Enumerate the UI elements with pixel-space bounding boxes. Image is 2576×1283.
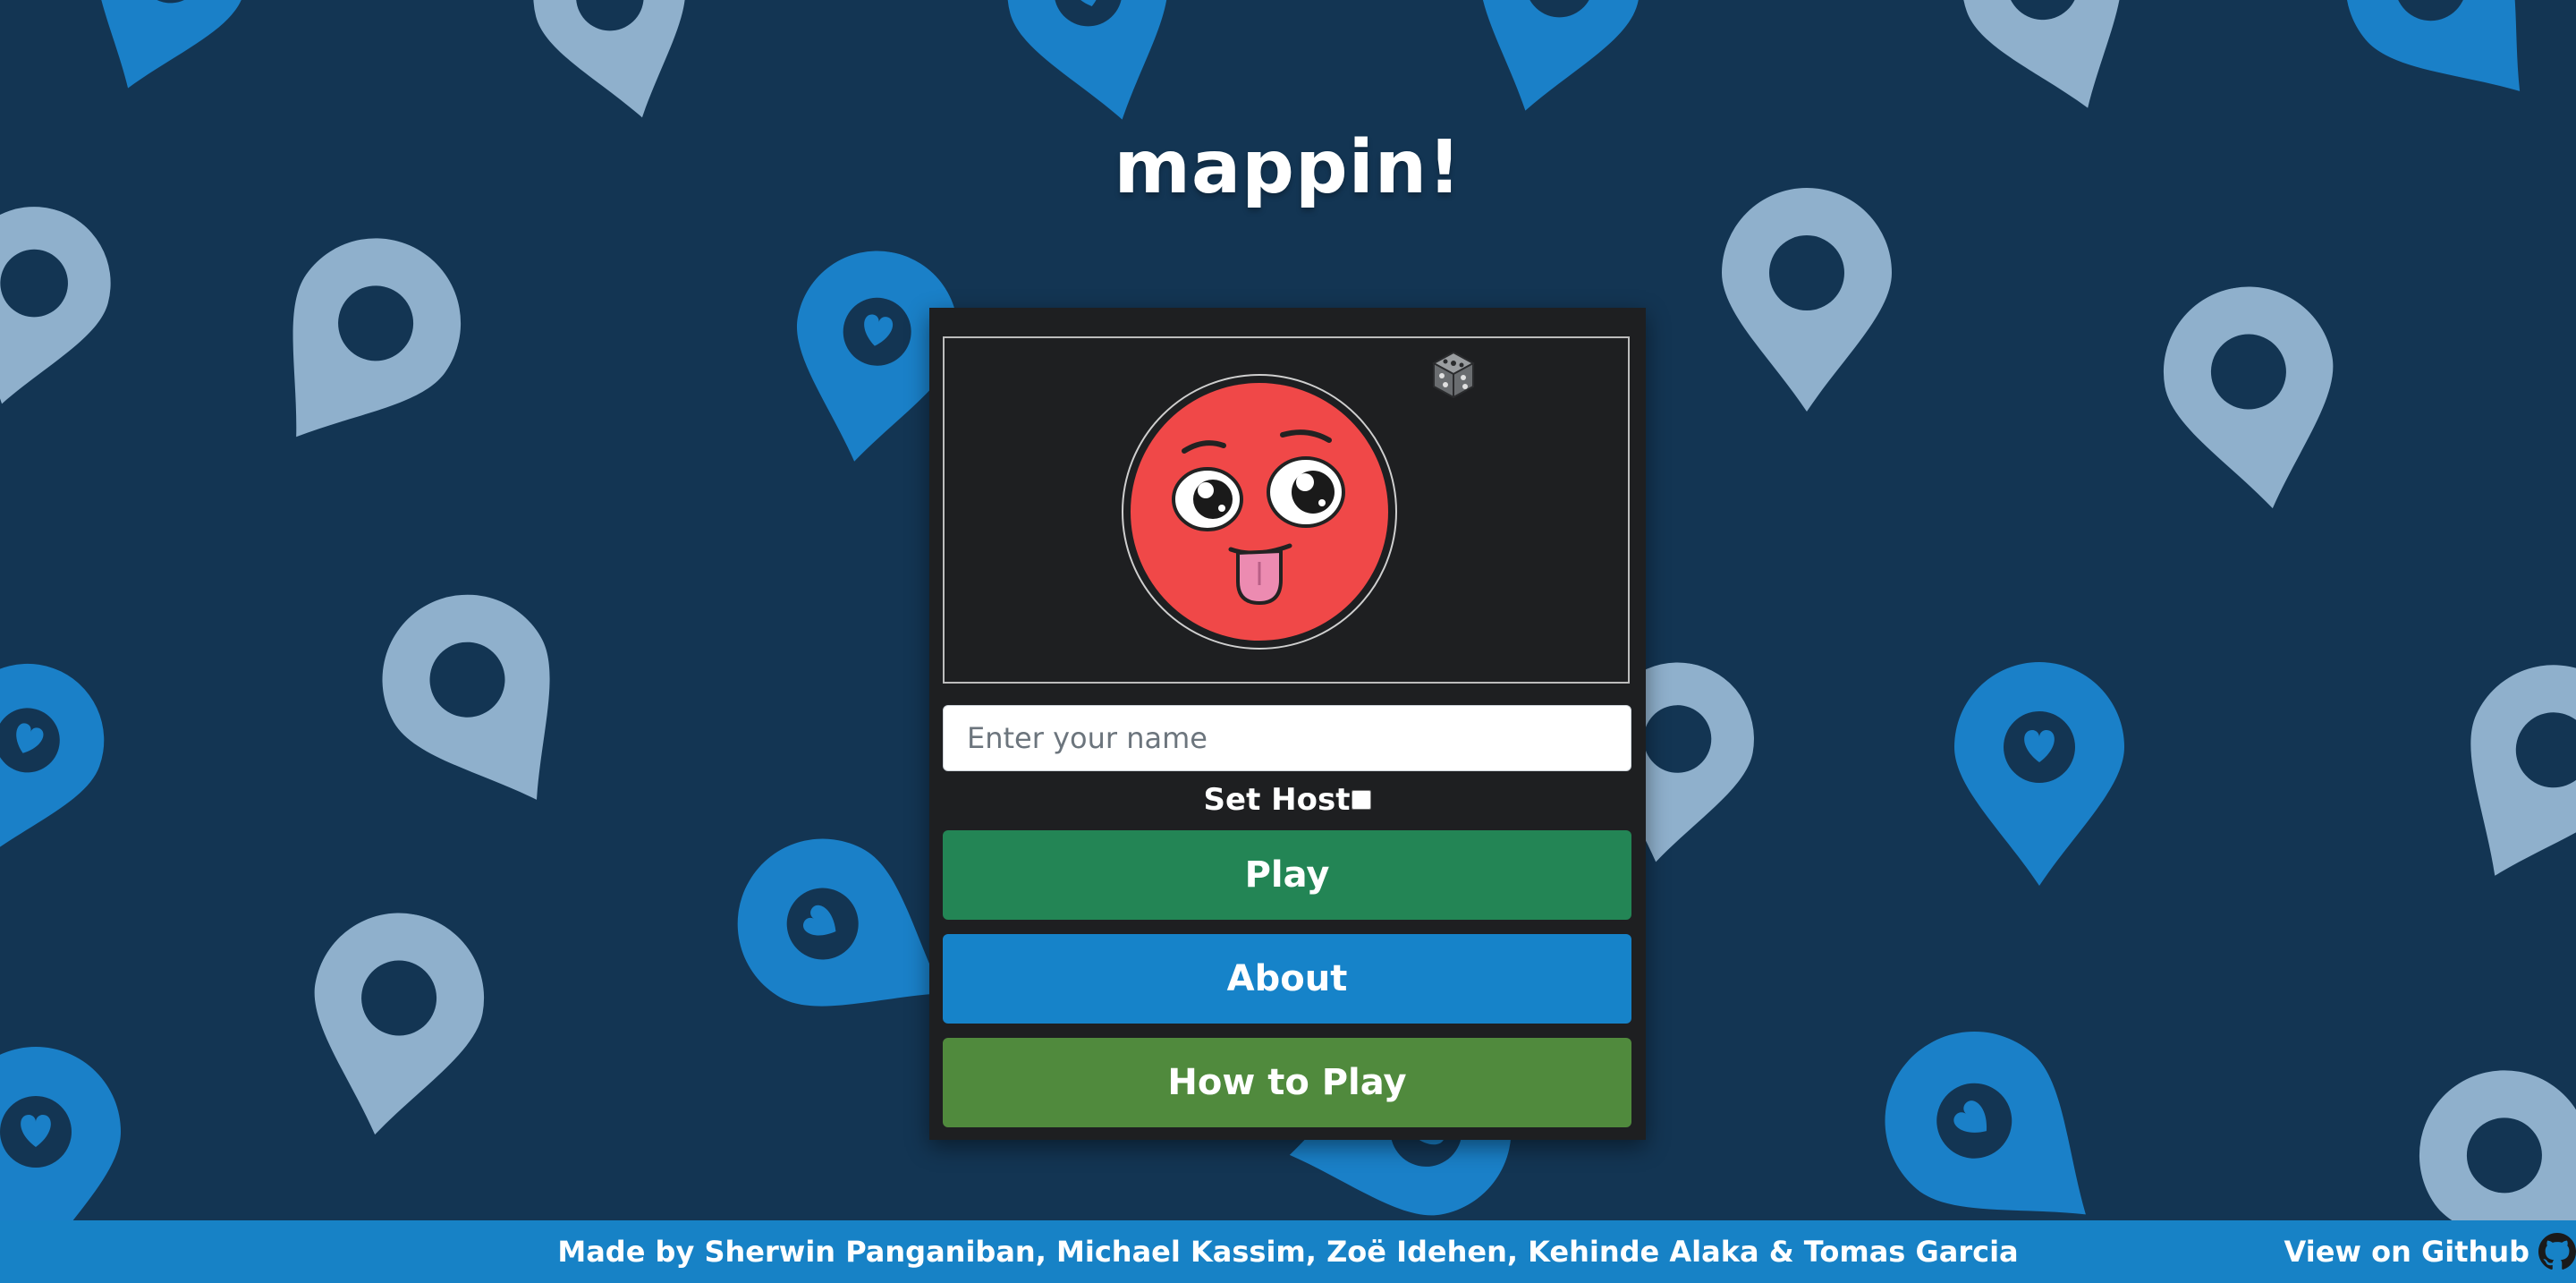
about-button[interactable]: About [943,934,1631,1024]
footer: Made by Sherwin Panganiban, Michael Kass… [0,1220,2576,1283]
github-link-label: View on Github [2284,1235,2529,1269]
login-panel: Set Host Play About How to Play [929,308,1646,1140]
how-to-play-button[interactable]: How to Play [943,1038,1631,1127]
set-host-label: Set Host [1203,782,1351,818]
github-icon [2538,1233,2576,1270]
set-host-row: Set Host [929,778,1646,821]
name-input[interactable] [943,705,1631,771]
avatar-preview [943,336,1630,684]
github-link[interactable]: View on Github [2284,1220,2576,1283]
dice-icon[interactable] [1431,351,1476,399]
play-button[interactable]: Play [943,830,1631,920]
avatar [1122,374,1397,650]
smiley-face-icon [1131,383,1388,641]
set-host-checkbox[interactable] [1352,790,1372,810]
credits-text: Made by Sherwin Panganiban, Michael Kass… [557,1235,2019,1269]
app-title: mappin! [1114,125,1462,210]
